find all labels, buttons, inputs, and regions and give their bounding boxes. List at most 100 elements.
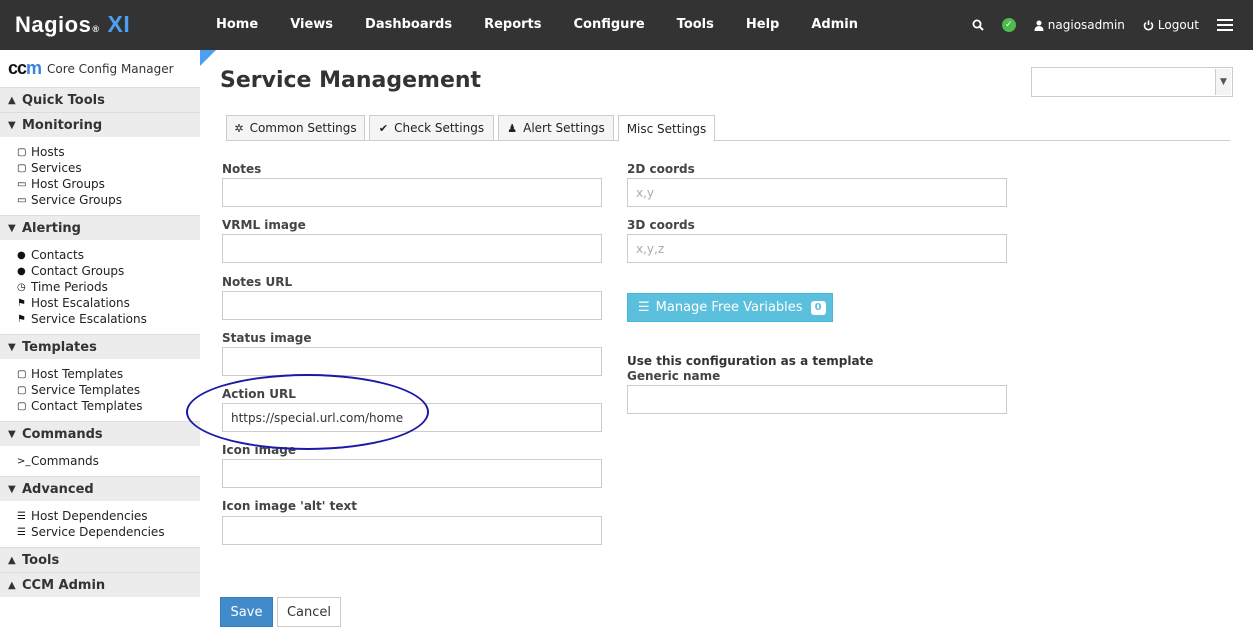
sidebar-section-commands[interactable]: ▼ Commands [0, 421, 200, 446]
sidebar-item-host-escalations[interactable]: ⚑ Host Escalations [17, 295, 200, 311]
coords-2d-label: 2D coords [627, 162, 695, 176]
icon-image-alt-input[interactable] [222, 516, 602, 545]
chevron-down-icon: ▼ [8, 119, 16, 131]
expand-corner-icon[interactable] [200, 50, 216, 66]
nagios-xi-logo[interactable]: Nagios ® XI [15, 11, 130, 39]
chevron-down-icon: ▼ [8, 341, 16, 353]
sidebar-item-contacts[interactable]: ● Contacts [17, 247, 200, 263]
flag-icon: ⚑ [17, 297, 26, 309]
ccm-logo: ccm [8, 58, 42, 78]
vrml-image-label: VRML image [222, 218, 306, 232]
logout-link[interactable]: Logout [1143, 18, 1199, 32]
nav-configure[interactable]: Configure [558, 0, 661, 50]
tab-check-settings[interactable]: ✔ Check Settings [369, 115, 494, 141]
chevron-up-icon: ▲ [8, 94, 16, 106]
coords-2d-input[interactable]: x,y [627, 178, 1007, 207]
notes-url-label: Notes URL [222, 275, 293, 289]
ccm-sidebar: ccm Core Config Manager ▲ Quick Tools ▼ Mo… [0, 50, 200, 628]
annotation-ellipse [186, 374, 429, 450]
nav-reports[interactable]: Reports [468, 0, 557, 50]
nav-home[interactable]: Home [200, 0, 274, 50]
power-icon [1143, 20, 1154, 31]
config-select[interactable]: ▼ [1031, 67, 1233, 97]
cancel-button[interactable]: Cancel [277, 597, 341, 627]
sidebar-item-host-dependencies[interactable]: ☰ Host Dependencies [17, 508, 200, 524]
vrml-image-input[interactable] [222, 234, 602, 263]
top-navbar: Nagios ® XI Home Views Dashboards Reports … [0, 0, 1253, 50]
nav-views[interactable]: Views [274, 0, 349, 50]
tab-common-settings[interactable]: ✲ Common Settings [226, 115, 365, 141]
monitoring-items: ▢ Hosts ▢ Services ▭ Host Groups ▭ Service G… [0, 137, 200, 215]
tab-alert-settings[interactable]: ♟ Alert Settings [498, 115, 614, 141]
terminal-icon: >_ [17, 455, 31, 467]
sidebar-item-host-templates[interactable]: ▢ Host Templates [17, 366, 200, 382]
ccm-header[interactable]: ccm Core Config Manager [0, 50, 200, 87]
sidebar-item-contact-templates[interactable]: ▢ Contact Templates [17, 398, 200, 414]
sidebar-section-ccm-admin[interactable]: ▲ CCM Admin [0, 572, 200, 597]
status-ok-icon[interactable]: ✓ [1001, 18, 1016, 32]
commands-items: >_ Commands [0, 446, 200, 476]
free-variables-count-badge: 0 [810, 300, 826, 315]
sidebar-item-contact-groups[interactable]: ● Contact Groups [17, 263, 200, 279]
file-icon: ▢ [17, 384, 27, 396]
flag-icon: ⚑ [17, 313, 26, 325]
sidebar-item-service-templates[interactable]: ▢ Service Templates [17, 382, 200, 398]
coords-3d-label: 3D coords [627, 218, 695, 232]
user-menu[interactable]: nagiosadmin [1034, 18, 1125, 32]
generic-name-input[interactable] [627, 385, 1007, 414]
chevron-down-icon: ▼ [8, 428, 16, 440]
check-icon: ✔ [378, 121, 389, 135]
main-nav: Home Views Dashboards Reports Configure … [200, 0, 874, 50]
save-button[interactable]: Save [220, 597, 273, 627]
advanced-items: ☰ Host Dependencies ☰ Service Dependencies [0, 501, 200, 547]
main-content: Service Management ▼ ✲ Common Settings ✔ C… [186, 50, 1253, 628]
user-icon [1034, 20, 1044, 31]
sidebar-item-commands[interactable]: >_ Commands [17, 453, 200, 469]
notes-input[interactable] [222, 178, 602, 207]
sidebar-item-host-groups[interactable]: ▭ Host Groups [17, 176, 200, 192]
sidebar-section-templates[interactable]: ▼ Templates [0, 334, 200, 359]
nav-tools[interactable]: Tools [661, 0, 730, 50]
manage-free-variables-button[interactable]: ☰ Manage Free Variables 0 [627, 293, 833, 322]
page-title: Service Management [220, 68, 482, 93]
nav-dashboards[interactable]: Dashboards [349, 0, 468, 50]
chevron-down-icon: ▼ [1215, 69, 1231, 95]
sidebar-item-hosts[interactable]: ▢ Hosts [17, 144, 200, 160]
sidebar-section-alerting[interactable]: ▼ Alerting [0, 215, 200, 240]
sidebar-item-time-periods[interactable]: ◷ Time Periods [17, 279, 200, 295]
gear-icon: ✲ [234, 121, 244, 135]
file-icon: ▢ [17, 400, 27, 412]
clock-icon: ◷ [17, 281, 26, 293]
sidebar-item-service-escalations[interactable]: ⚑ Service Escalations [17, 311, 200, 327]
alerting-items: ● Contacts ● Contact Groups ◷ Time Periods … [0, 240, 200, 334]
sidebar-item-service-groups[interactable]: ▭ Service Groups [17, 192, 200, 208]
sidebar-section-advanced[interactable]: ▼ Advanced [0, 476, 200, 501]
file-icon: ▢ [17, 368, 27, 380]
hamburger-menu-icon[interactable] [1217, 19, 1233, 31]
templates-items: ▢ Host Templates ▢ Service Templates ▢ Cont… [0, 359, 200, 421]
coords-3d-input[interactable]: x,y,z [627, 234, 1007, 263]
nav-admin[interactable]: Admin [795, 0, 874, 50]
folder-icon: ▭ [17, 194, 27, 206]
sidebar-section-quick-tools[interactable]: ▲ Quick Tools [0, 87, 200, 112]
status-image-input[interactable] [222, 347, 602, 376]
icon-image-alt-label: Icon image 'alt' text [222, 499, 357, 513]
nav-help[interactable]: Help [730, 0, 795, 50]
list-icon: ☰ [17, 526, 26, 538]
sidebar-section-monitoring[interactable]: ▼ Monitoring [0, 112, 200, 137]
chevron-up-icon: ▲ [8, 554, 16, 566]
tab-misc-settings[interactable]: Misc Settings [618, 115, 715, 142]
icon-image-input[interactable] [222, 459, 602, 488]
chevron-down-icon: ▼ [8, 483, 16, 495]
user-icon: ● [17, 249, 26, 261]
users-icon: ● [17, 265, 26, 277]
sidebar-item-service-dependencies[interactable]: ☰ Service Dependencies [17, 524, 200, 540]
notes-label: Notes [222, 162, 262, 176]
notes-url-input[interactable] [222, 291, 602, 320]
sidebar-item-services[interactable]: ▢ Services [17, 160, 200, 176]
search-icon[interactable] [972, 19, 984, 31]
chevron-down-icon: ▼ [8, 222, 16, 234]
sidebar-section-tools[interactable]: ▲ Tools [0, 547, 200, 572]
template-heading: Use this configuration as a template [627, 354, 874, 368]
file-icon: ▢ [17, 146, 27, 158]
